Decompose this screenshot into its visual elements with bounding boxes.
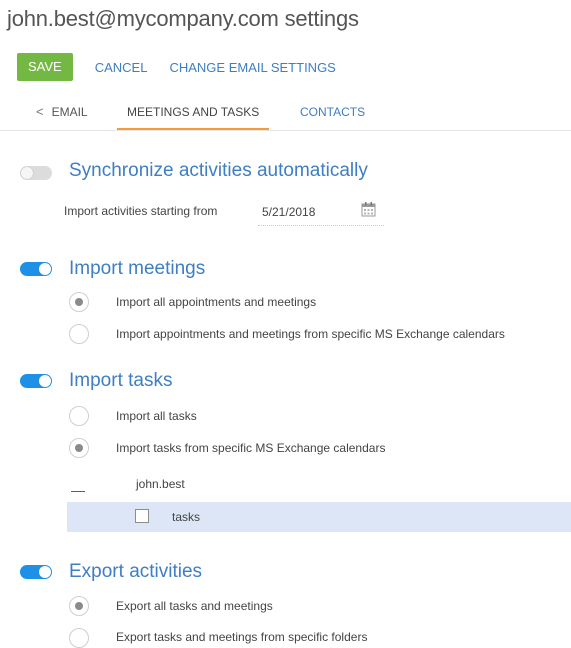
tasks-folder-checkbox[interactable] (135, 509, 149, 523)
import-tasks-title: Import tasks (69, 370, 173, 391)
tree-folder-label: tasks (172, 510, 201, 524)
import-from-label: Import activities starting from (64, 204, 218, 218)
sync-toggle[interactable] (20, 166, 52, 180)
radio-label: Import tasks from specific MS Exchange c… (116, 441, 386, 455)
tab-email[interactable]: < EMAIL (36, 100, 88, 128)
radio-label: Export all tasks and meetings (116, 599, 273, 613)
import-from-date-field[interactable]: 5/21/2018 (258, 197, 384, 226)
radio-label: Import all tasks (116, 409, 197, 423)
tab-email-label: EMAIL (51, 105, 88, 119)
import-from-date-value: 5/21/2018 (262, 205, 316, 219)
radio-label: Export tasks and meetings from specific … (116, 630, 368, 644)
import-tasks-toggle[interactable] (20, 374, 52, 388)
radio-label: Import appointments and meetings from sp… (116, 327, 505, 341)
tree-folder-row[interactable]: tasks (67, 502, 571, 532)
cancel-button[interactable]: CANCEL (95, 60, 148, 75)
radio-import-specific-meetings[interactable] (69, 324, 89, 344)
radio-import-all-meetings[interactable] (69, 292, 89, 312)
tab-contacts[interactable]: CONTACTS (300, 100, 365, 128)
export-activities-title: Export activities (69, 561, 203, 582)
page-title: john.best@mycompany.com settings (7, 6, 359, 31)
chevron-left-icon: < (36, 104, 44, 119)
radio-import-all-tasks[interactable] (69, 406, 89, 426)
save-button[interactable]: SAVE (17, 53, 73, 81)
calendar-icon[interactable] (361, 202, 376, 217)
change-email-settings-button[interactable]: CHANGE EMAIL SETTINGS (169, 60, 335, 75)
radio-export-all[interactable] (69, 596, 89, 616)
toggle-knob (21, 167, 33, 179)
export-activities-toggle[interactable] (20, 565, 52, 579)
toggle-knob (39, 566, 51, 578)
toolbar: SAVE CANCEL CHANGE EMAIL SETTINGS (17, 53, 336, 81)
toggle-knob (39, 263, 51, 275)
tab-bar: < EMAIL MEETINGS AND TASKS CONTACTS (0, 100, 571, 131)
toggle-knob (39, 375, 51, 387)
sync-title: Synchronize activities automatically (69, 160, 368, 181)
tree-account-label: john.best (136, 477, 185, 491)
collapse-icon[interactable]: — (71, 482, 85, 498)
import-meetings-title: Import meetings (69, 258, 206, 279)
import-meetings-toggle[interactable] (20, 262, 52, 276)
radio-import-specific-tasks[interactable] (69, 438, 89, 458)
radio-label: Import all appointments and meetings (116, 295, 317, 309)
tab-meetings-and-tasks[interactable]: MEETINGS AND TASKS (117, 100, 270, 130)
radio-export-specific[interactable] (69, 628, 89, 648)
